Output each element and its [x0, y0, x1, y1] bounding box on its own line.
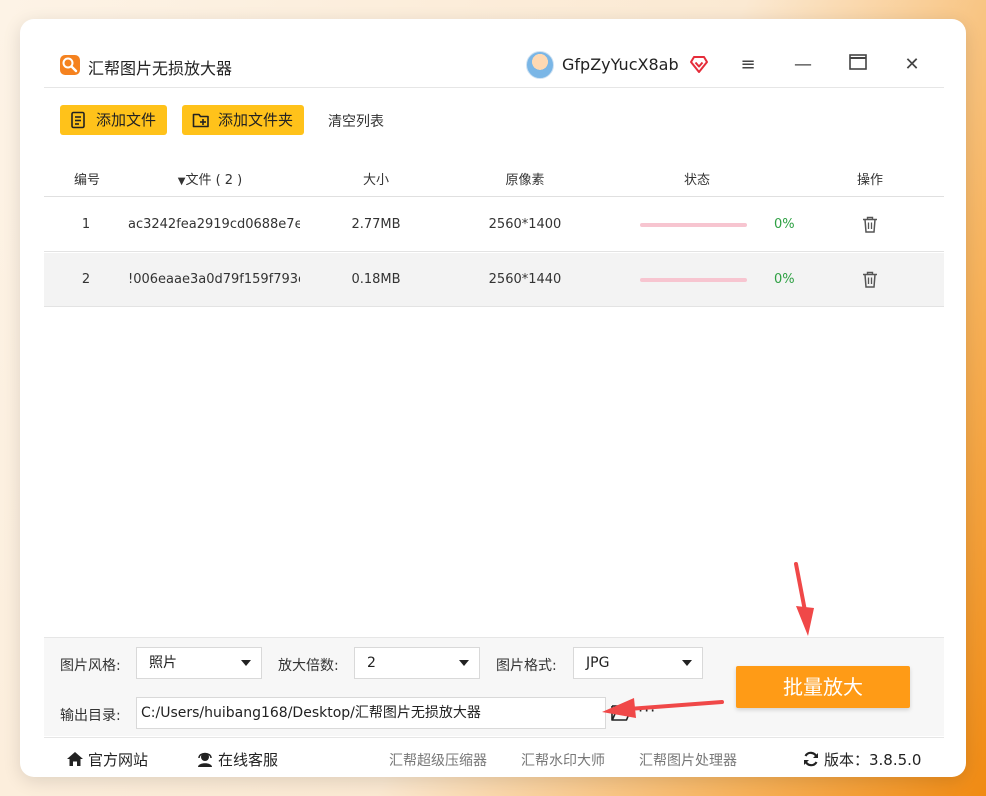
trash-icon[interactable]: [862, 216, 878, 233]
app-logo-icon: [60, 55, 80, 75]
table-row[interactable]: 2 !006eaae3a0d79f159f793e5 0.18MB 2560*1…: [44, 253, 944, 307]
maximize-icon: [849, 54, 867, 70]
add-folder-label: 添加文件夹: [218, 111, 294, 129]
add-file-label: 添加文件: [96, 111, 157, 129]
maximize-button[interactable]: [844, 51, 872, 79]
row-percent: 0%: [774, 217, 795, 232]
row-filename: !006eaae3a0d79f159f793e5: [128, 272, 300, 287]
batch-enlarge-button[interactable]: 批量放大: [736, 666, 910, 708]
scale-select[interactable]: 2: [354, 647, 480, 679]
headset-icon: [198, 752, 212, 767]
header-action: 操作: [856, 173, 883, 188]
row-pixels: 2560*1440: [488, 272, 562, 287]
output-label: 输出目录:: [60, 708, 121, 724]
add-folder-icon: [192, 113, 209, 128]
row-size: 2.77MB: [351, 217, 401, 232]
title-bar: 汇帮图片无损放大器 GfpZyYucX8ab ≡ — ✕: [44, 43, 944, 87]
trash-icon[interactable]: [862, 271, 878, 288]
product-link-compressor[interactable]: 汇帮超级压缩器: [389, 750, 487, 770]
menu-button[interactable]: ≡: [734, 51, 762, 79]
table-header: 编号 ▼文件 ( 2 ) 大小 原像素 状态 操作: [44, 157, 944, 197]
format-label: 图片格式:: [496, 658, 557, 674]
version-check[interactable]: 版本：3.8.5.0: [802, 749, 921, 770]
version-label: 版本：3.8.5.0: [824, 751, 922, 769]
header-size: 大小: [362, 173, 389, 188]
add-file-icon: [71, 111, 85, 129]
user-avatar[interactable]: [526, 51, 554, 79]
row-progress-bar: [640, 278, 747, 282]
row-size: 0.18MB: [351, 272, 401, 287]
row-percent: 0%: [774, 272, 795, 287]
header-pixels: 原像素: [505, 173, 545, 188]
table-row[interactable]: 1 ac3242fea2919cd0688e7e7( 2.77MB 2560*1…: [44, 198, 944, 252]
row-index: 1: [81, 217, 91, 232]
home-icon: [67, 752, 83, 766]
row-progress-bar: [640, 223, 747, 227]
row-pixels: 2560*1400: [488, 217, 562, 232]
format-select[interactable]: JPG: [573, 647, 703, 679]
add-folder-button[interactable]: 添加文件夹: [182, 105, 304, 135]
scale-value: 2: [367, 655, 376, 671]
header-index: 编号: [73, 173, 100, 188]
clear-list-button[interactable]: 清空列表: [328, 111, 384, 131]
official-site-link[interactable]: 官方网站: [66, 749, 148, 770]
folder-open-icon[interactable]: [611, 704, 631, 722]
scale-label: 放大倍数:: [278, 658, 339, 674]
style-select[interactable]: 照片: [136, 647, 262, 679]
format-value: JPG: [586, 655, 610, 671]
footer-bar: 官方网站 在线客服 汇帮超级压缩器 汇帮水印大师 汇帮图片处理器 版本：3.8.…: [44, 737, 944, 777]
more-options-icon[interactable]: ···: [638, 701, 656, 720]
header-file-sort[interactable]: ▼文件 ( 2 ): [170, 169, 250, 188]
row-filename: ac3242fea2919cd0688e7e7(: [128, 217, 300, 232]
diamond-heart-icon[interactable]: [688, 53, 710, 75]
main-panel: 汇帮图片无损放大器 GfpZyYucX8ab ≡ — ✕ 添加文件 添加文件夹 …: [44, 43, 944, 769]
official-site-label: 官方网站: [88, 751, 149, 769]
minimize-button[interactable]: —: [789, 51, 817, 79]
online-support-link[interactable]: 在线客服: [196, 749, 278, 770]
product-link-image-processor[interactable]: 汇帮图片处理器: [639, 750, 737, 770]
chevron-down-icon: [682, 660, 692, 666]
username[interactable]: GfpZyYucX8ab: [562, 55, 679, 74]
chevron-down-icon: [241, 660, 251, 666]
output-path-field[interactable]: C:/Users/huibang168/Desktop/汇帮图片无损放大器: [136, 697, 606, 729]
style-label: 图片风格:: [60, 658, 121, 674]
online-support-label: 在线客服: [218, 751, 279, 769]
header-status: 状态: [683, 173, 710, 188]
style-value: 照片: [149, 655, 177, 671]
row-index: 2: [81, 272, 91, 287]
chevron-down-icon: [459, 660, 469, 666]
app-title: 汇帮图片无损放大器: [88, 59, 233, 78]
product-link-watermark[interactable]: 汇帮水印大师: [521, 750, 605, 770]
header-file-label: 文件 ( 2 ): [185, 173, 243, 188]
add-file-button[interactable]: 添加文件: [60, 105, 167, 135]
close-button[interactable]: ✕: [898, 51, 926, 79]
refresh-icon: [804, 751, 818, 767]
app-window: 汇帮图片无损放大器 GfpZyYucX8ab ≡ — ✕ 添加文件 添加文件夹 …: [20, 19, 966, 777]
title-divider: [44, 87, 944, 88]
